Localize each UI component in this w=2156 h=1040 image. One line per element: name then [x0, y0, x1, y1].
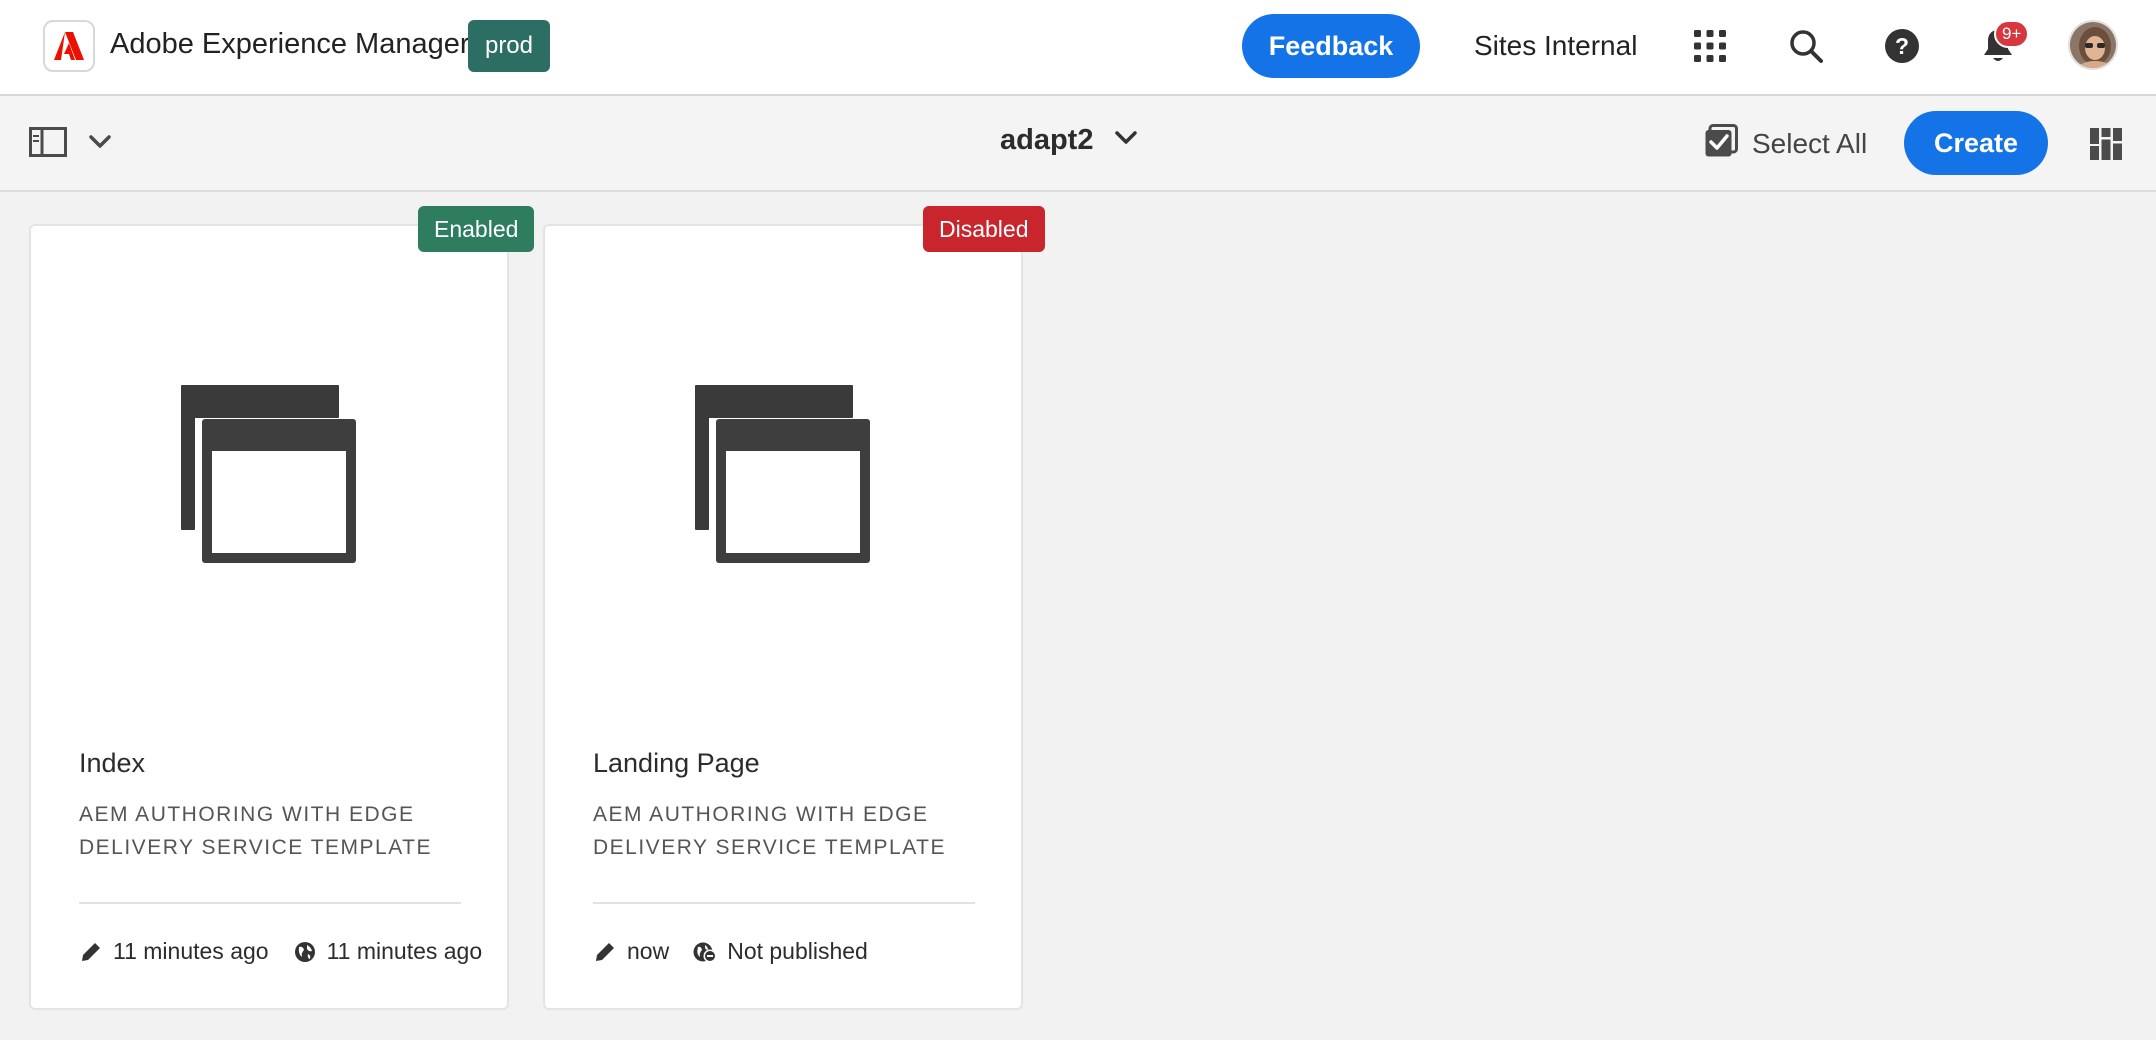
- card-subtitle: AEM AUTHORING WITH EDGE DELIVERY SERVICE…: [593, 803, 947, 859]
- page-title[interactable]: adapt2: [1000, 124, 1093, 157]
- card-thumbnail[interactable]: [545, 226, 1021, 726]
- globe-unpublished-icon: [693, 940, 717, 964]
- template-card[interactable]: Landing Page AEM AUTHORING WITH EDGE DEL…: [543, 224, 1023, 1010]
- template-icon: [181, 385, 356, 563]
- template-icon: [695, 385, 870, 563]
- feedback-button[interactable]: Feedback: [1242, 14, 1420, 78]
- select-all-label: Select All: [1752, 127, 1868, 159]
- avatar[interactable]: [2068, 20, 2118, 70]
- pencil-icon: [79, 940, 103, 964]
- modified-time: 11 minutes ago: [113, 938, 269, 964]
- org-switcher[interactable]: Sites Internal: [1474, 30, 1637, 62]
- status-badge: Disabled: [923, 206, 1045, 252]
- card-divider: [79, 902, 461, 904]
- create-button[interactable]: Create: [1904, 111, 2048, 175]
- status-badge: Enabled: [418, 206, 535, 252]
- chevron-down-icon[interactable]: [86, 130, 114, 154]
- help-icon[interactable]: ?: [1878, 22, 1926, 70]
- app-switcher-icon[interactable]: [1686, 22, 1734, 70]
- svg-text:?: ?: [1895, 33, 1909, 59]
- modified-time: now: [627, 938, 670, 964]
- card-divider: [593, 902, 975, 904]
- card-subtitle: AEM AUTHORING WITH EDGE DELIVERY SERVICE…: [79, 803, 433, 859]
- adobe-logo-icon[interactable]: [43, 20, 95, 72]
- globe-icon: [293, 940, 317, 964]
- template-card[interactable]: Index AEM AUTHORING WITH EDGE DELIVERY S…: [29, 224, 509, 1010]
- app-title[interactable]: Adobe Experience Manager: [110, 28, 470, 61]
- card-meta: 11 minutes ago 11 minutes ago: [79, 938, 482, 965]
- card-title[interactable]: Index: [79, 748, 145, 779]
- rail-toggle-icon[interactable]: [28, 126, 68, 158]
- action-bar: adapt2 Select All Create: [0, 96, 2156, 192]
- checkbox-icon: [1704, 124, 1738, 163]
- published-time: Not published: [727, 938, 868, 964]
- environment-badge: prod: [468, 20, 550, 72]
- card-view-icon[interactable]: [2088, 126, 2124, 162]
- shell-header: Adobe Experience Manager prod Feedback S…: [0, 0, 2156, 96]
- notification-badge: 9+: [1994, 20, 2030, 48]
- published-time: 11 minutes ago: [326, 938, 483, 964]
- search-icon[interactable]: [1782, 22, 1830, 70]
- card-meta: now Not published: [593, 938, 868, 965]
- card-thumbnail[interactable]: [31, 226, 507, 726]
- chevron-down-icon[interactable]: [1115, 131, 1138, 150]
- select-all-button[interactable]: Select All: [1704, 124, 1867, 163]
- card-title[interactable]: Landing Page: [593, 748, 760, 779]
- breadcrumb[interactable]: adapt2: [1000, 124, 1138, 157]
- pencil-icon: [593, 940, 617, 964]
